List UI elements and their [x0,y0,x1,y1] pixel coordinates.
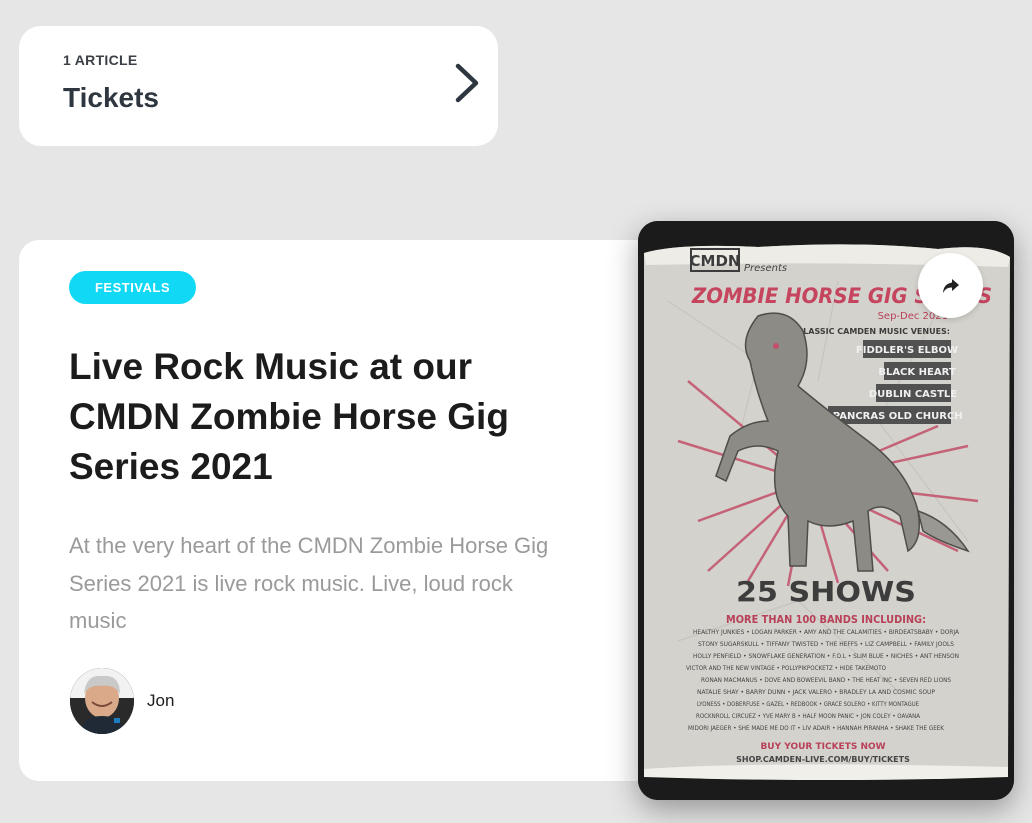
poster-band-line: RONAN MACMANUS • DOVE AND BOWEEVIL BAND … [701,677,951,684]
share-button[interactable] [918,253,983,318]
poster-band-line: LYONESS • DOBERFUSE • GAZEL • REDBOOK • … [697,701,919,708]
poster-buy-label: BUY YOUR TICKETS NOW [760,742,885,752]
poster-band-line: HOLLY PENFIELD • SNOWFLAKE GENERATION • … [693,653,959,660]
article-excerpt: At the very heart of the CMDN Zombie Hor… [69,533,549,633]
poster-band-line: NATALIE SHAY • BARRY DUNN • JACK VALERO … [697,689,935,696]
poster-presents: Presents [744,263,787,274]
category-title: Tickets [63,82,159,113]
poster-venue: BLACK HEART [878,367,955,378]
poster-band-line: MIDORI JAEGER • SHE MADE ME DO IT • LIV … [688,725,945,732]
poster-shop-url: SHOP.CAMDEN-LIVE.COM/BUY/TICKETS [736,755,910,764]
poster-band-line: STONY SUGARSKULL • TIFFANY TWISTED • THE… [698,641,954,648]
author-avatar[interactable] [70,668,134,734]
share-icon [942,278,959,293]
article-title[interactable]: Live Rock Music at our CMDN Zombie Horse… [69,342,549,492]
poster-venue: DUBLIN CASTLE [869,389,957,400]
poster-shows: 25 SHOWS [736,575,916,608]
author-name[interactable]: Jon [147,691,174,711]
poster-band-line: HEALTHY JUNKIES • LOGAN PARKER • AMY AND… [693,629,960,636]
poster-venue: FIDDLER'S ELBOW [856,345,958,356]
poster-band-line: VICTOR AND THE NEW VINTAGE • POLLYPIKPOC… [686,665,886,672]
article-count: 1 ARTICLE [63,52,138,68]
category-card[interactable]: 1 ARTICLE Tickets [19,26,498,146]
chevron-right-icon[interactable] [451,61,483,105]
category-tag[interactable]: FESTIVALS [69,271,196,304]
poster-venues-label: 4 CLASSIC CAMDEN MUSIC VENUES: [789,327,950,336]
poster-brand: CMDN [690,252,741,270]
article-card[interactable]: FESTIVALS Live Rock Music at our CMDN Zo… [19,240,719,781]
poster-bands-label: MORE THAN 100 BANDS INCLUDING: [726,613,926,626]
poster-band-line: ROCKNROLL CIRCUEZ • YVE MARY B • HALF MO… [696,713,921,720]
